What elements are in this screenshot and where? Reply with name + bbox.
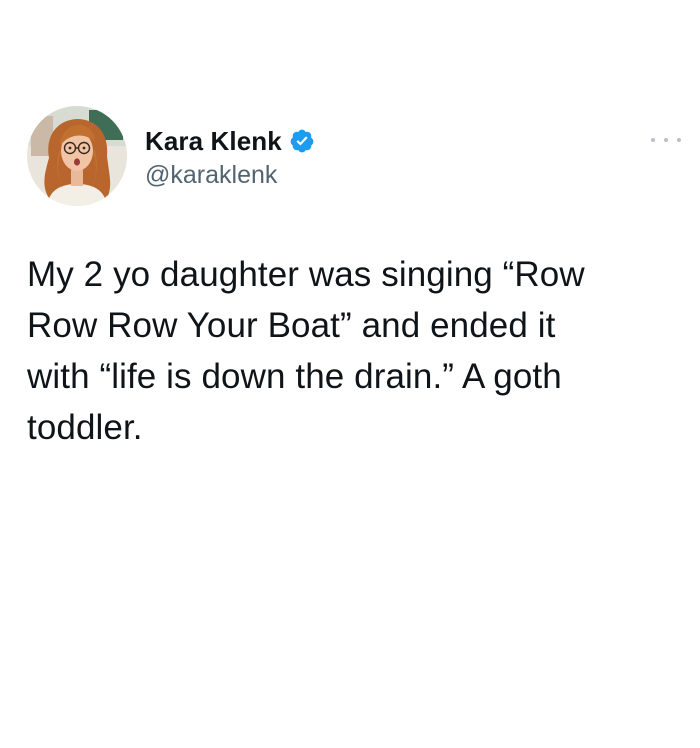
more-dot bbox=[677, 138, 681, 142]
author-handle[interactable]: @karaklenk bbox=[145, 161, 277, 190]
more-options-icon[interactable] bbox=[651, 130, 681, 150]
author-avatar[interactable] bbox=[27, 106, 127, 206]
author-name-row: Kara Klenk bbox=[145, 124, 315, 158]
tweet-text: My 2 yo daughter was singing “Row Row Ro… bbox=[27, 255, 585, 447]
more-dot bbox=[664, 138, 668, 142]
verified-badge-icon bbox=[289, 128, 315, 154]
author-display-name[interactable]: Kara Klenk bbox=[145, 126, 282, 157]
more-dot bbox=[651, 138, 655, 142]
avatar-image bbox=[27, 106, 127, 206]
tweet-card: Kara Klenk @karaklenk My 2 yo daughter w… bbox=[0, 0, 700, 748]
